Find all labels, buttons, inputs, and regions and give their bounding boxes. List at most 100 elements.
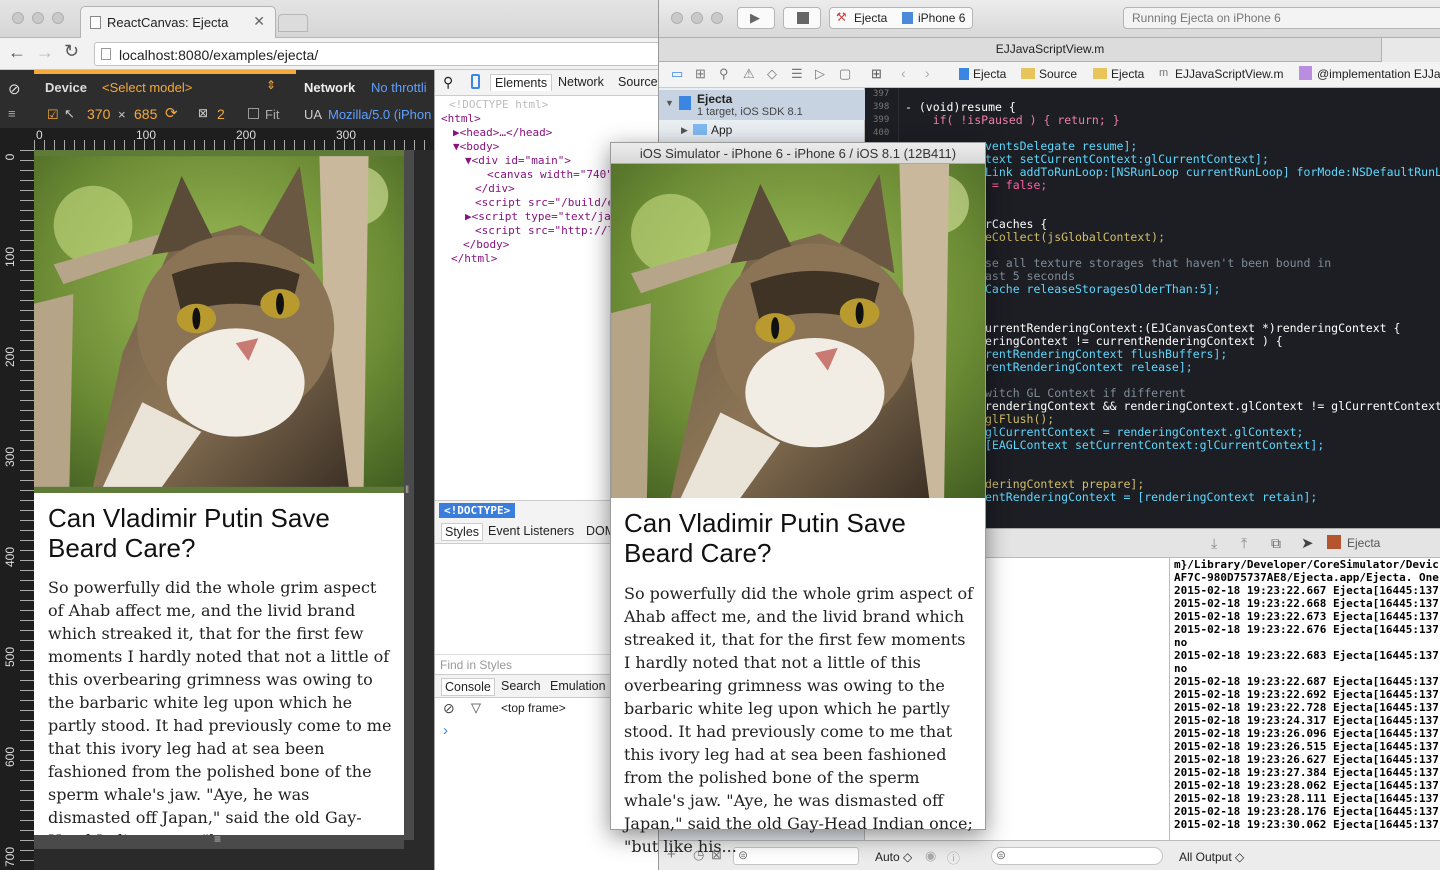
jump-item[interactable]: @implementation EJJav (1317, 67, 1440, 81)
throttle-select[interactable]: No throttli (371, 80, 427, 95)
tab-elements[interactable]: Elements (490, 74, 553, 91)
close-tab-icon[interactable]: ✕ (253, 13, 265, 30)
forward-icon[interactable]: › (925, 65, 930, 81)
tab-styles[interactable]: Styles (441, 523, 484, 541)
rotate-icon[interactable]: ⟳ (165, 104, 178, 122)
project-row[interactable]: ▼ Ejecta 1 target, iOS SDK 8.1 (659, 90, 865, 120)
search-icon[interactable]: ⚲ (719, 66, 729, 82)
console-lines: m}/Library/Developer/CoreSimulator/Devic… (1174, 558, 1440, 831)
console-line: 2015-02-18 19:23:24.317 Ejecta[16445:137 (1174, 714, 1439, 727)
test-icon[interactable]: ◇ (767, 66, 777, 82)
device-model-select[interactable]: <Select model> (102, 80, 192, 95)
dpr-value[interactable]: 2 (217, 106, 225, 122)
article-body: So powerfully did the whole grim aspect … (48, 578, 392, 850)
width-value[interactable]: 370 (87, 106, 110, 122)
dom-line[interactable]: <!DOCTYPE html> (439, 98, 659, 112)
block-icon[interactable]: ⊘ (8, 80, 21, 98)
tab-event-listeners[interactable]: Event Listeners (488, 524, 574, 538)
class-icon (1299, 66, 1312, 80)
ruler-label: 300 (336, 128, 357, 142)
console-prompt[interactable]: › (443, 722, 448, 739)
output-select[interactable]: All Output ◇ (1179, 850, 1244, 864)
folder-icon[interactable]: ▭ (671, 66, 683, 82)
variables-filter-field[interactable]: ⊜ (991, 847, 1163, 865)
height-value[interactable]: 685 (134, 106, 157, 122)
device-mode-icon[interactable] (471, 74, 480, 89)
code-lines: - (void)resume { if( !isPaused ) { retur… (905, 88, 1440, 140)
symbol-icon[interactable]: ⊞ (695, 66, 706, 82)
group-row[interactable]: ▶ App (659, 122, 865, 140)
add-tab-button[interactable] (1381, 38, 1440, 62)
grip-icon: ‖ (405, 485, 410, 496)
minimize-window-button[interactable] (32, 12, 44, 24)
reload-icon[interactable]: ↻ (64, 41, 79, 62)
disclosure-icon[interactable]: ▶ (681, 125, 688, 136)
dom-line[interactable]: <html> (439, 112, 659, 126)
devtools-tab-bar: ⚲ Elements Network Sources (435, 70, 660, 96)
jump-item[interactable]: Source (1039, 67, 1077, 81)
zoom-window-button[interactable] (711, 12, 723, 24)
related-items-icon[interactable]: ⊞ (871, 66, 882, 82)
warning-icon[interactable]: ⚠ (743, 66, 755, 82)
browser-tab[interactable]: ReactCanvas: Ejecta ✕ (80, 6, 276, 39)
console-line: 2015-02-18 19:23:22.667 Ejecta[16445:137 (1174, 584, 1439, 597)
user-agent-value[interactable]: Mozilla/5.0 (iPhon (328, 107, 431, 122)
code-line: Link addToRunLoop:[NSRunLoop currentRunL… (985, 165, 1440, 179)
debug-icon[interactable]: ☰ (791, 66, 803, 82)
disclosure-icon[interactable]: ▼ (665, 98, 674, 108)
frame-select[interactable]: <top frame> (501, 701, 566, 715)
zoom-window-button[interactable] (52, 12, 64, 24)
back-icon[interactable]: ‹ (901, 65, 906, 81)
resize-handle-bottom[interactable]: ≡ (34, 832, 404, 849)
scheme-selector[interactable]: ⚒ Ejecta iPhone 6 (829, 7, 973, 29)
close-window-button[interactable] (12, 12, 24, 24)
close-window-button[interactable] (671, 12, 683, 24)
checkbox-checked-icon[interactable]: ☑ (47, 107, 59, 123)
tab-network[interactable]: Network (558, 75, 604, 89)
media-query-icon[interactable]: ≡ (8, 106, 16, 121)
log-icon[interactable]: ▢ (839, 66, 851, 82)
debug-console[interactable]: m}/Library/Developer/CoreSimulator/Devic… (1169, 558, 1440, 840)
ios-simulator-window: iOS Simulator - iPhone 6 - iPhone 6 / iO… (610, 142, 986, 856)
jump-item[interactable]: EJJavaScriptView.m (1175, 67, 1284, 81)
back-arrow-icon[interactable]: ← (8, 42, 26, 63)
clear-console-icon[interactable]: ⊘ (443, 700, 455, 717)
device-viewport-area: Can Vladimir Putin Save Beard Care? So p… (34, 150, 434, 870)
page-icon (90, 16, 101, 29)
article-card: Can Vladimir Putin Save Beard Care? So p… (611, 498, 985, 856)
address-bar[interactable]: localhost:8080/examples/ejecta/ (94, 42, 660, 66)
resize-handle-right[interactable]: ‖ (404, 150, 414, 840)
breadcrumb-doctype[interactable]: <!DOCTYPE> (439, 503, 516, 518)
step-into-icon[interactable]: ⤓ (1211, 535, 1217, 552)
tab-sources[interactable]: Sources (618, 75, 660, 89)
dom-line[interactable]: ▶<head>…</head> (439, 126, 659, 140)
run-button[interactable]: ▶ (737, 7, 775, 29)
breakpoint-icon[interactable]: ▷ (815, 66, 825, 82)
console-line: m}/Library/Developer/CoreSimulator/Devic (1174, 558, 1439, 571)
jump-item[interactable]: Ejecta (973, 67, 1006, 81)
filter-icon[interactable]: ▽ (471, 700, 481, 716)
inspect-search-icon[interactable]: ⚲ (443, 74, 453, 91)
stop-button[interactable] (783, 7, 821, 29)
xcode-toolbar: ▶ ⚒ Ejecta iPhone 6 Running Ejecta on iP… (659, 0, 1440, 38)
file-tab[interactable]: EJJavaScriptView.m (996, 42, 1105, 56)
tab-emulation[interactable]: Emulation (550, 679, 606, 693)
location-icon[interactable]: ➤ (1301, 534, 1314, 552)
stop-icon (797, 12, 809, 24)
fit-checkbox[interactable] (248, 108, 259, 119)
code-line: entRenderingContext = [renderingContext … (985, 490, 1318, 504)
console-line: no (1174, 662, 1188, 675)
view-hierarchy-icon[interactable]: ⧉ (1271, 535, 1281, 552)
filter-icon: ⊜ (996, 848, 1007, 862)
new-tab-button[interactable] (278, 14, 308, 32)
tab-console[interactable]: Console (441, 678, 495, 696)
minimize-window-button[interactable] (691, 12, 703, 24)
select-arrows-icon: ⇕ (266, 78, 277, 92)
jump-bar: ⊞ ‹ › Ejecta Source Ejecta m EJJavaScrip… (865, 62, 1440, 88)
device-name: iPhone 6 (918, 11, 966, 25)
chrome-toolbar: ← → ↻ localhost:8080/examples/ejecta/ (0, 38, 660, 70)
tab-search[interactable]: Search (501, 679, 541, 693)
forward-arrow-icon[interactable]: → (36, 42, 54, 63)
jump-item[interactable]: Ejecta (1111, 67, 1144, 81)
step-out-icon[interactable]: ⤒ (1241, 535, 1247, 552)
